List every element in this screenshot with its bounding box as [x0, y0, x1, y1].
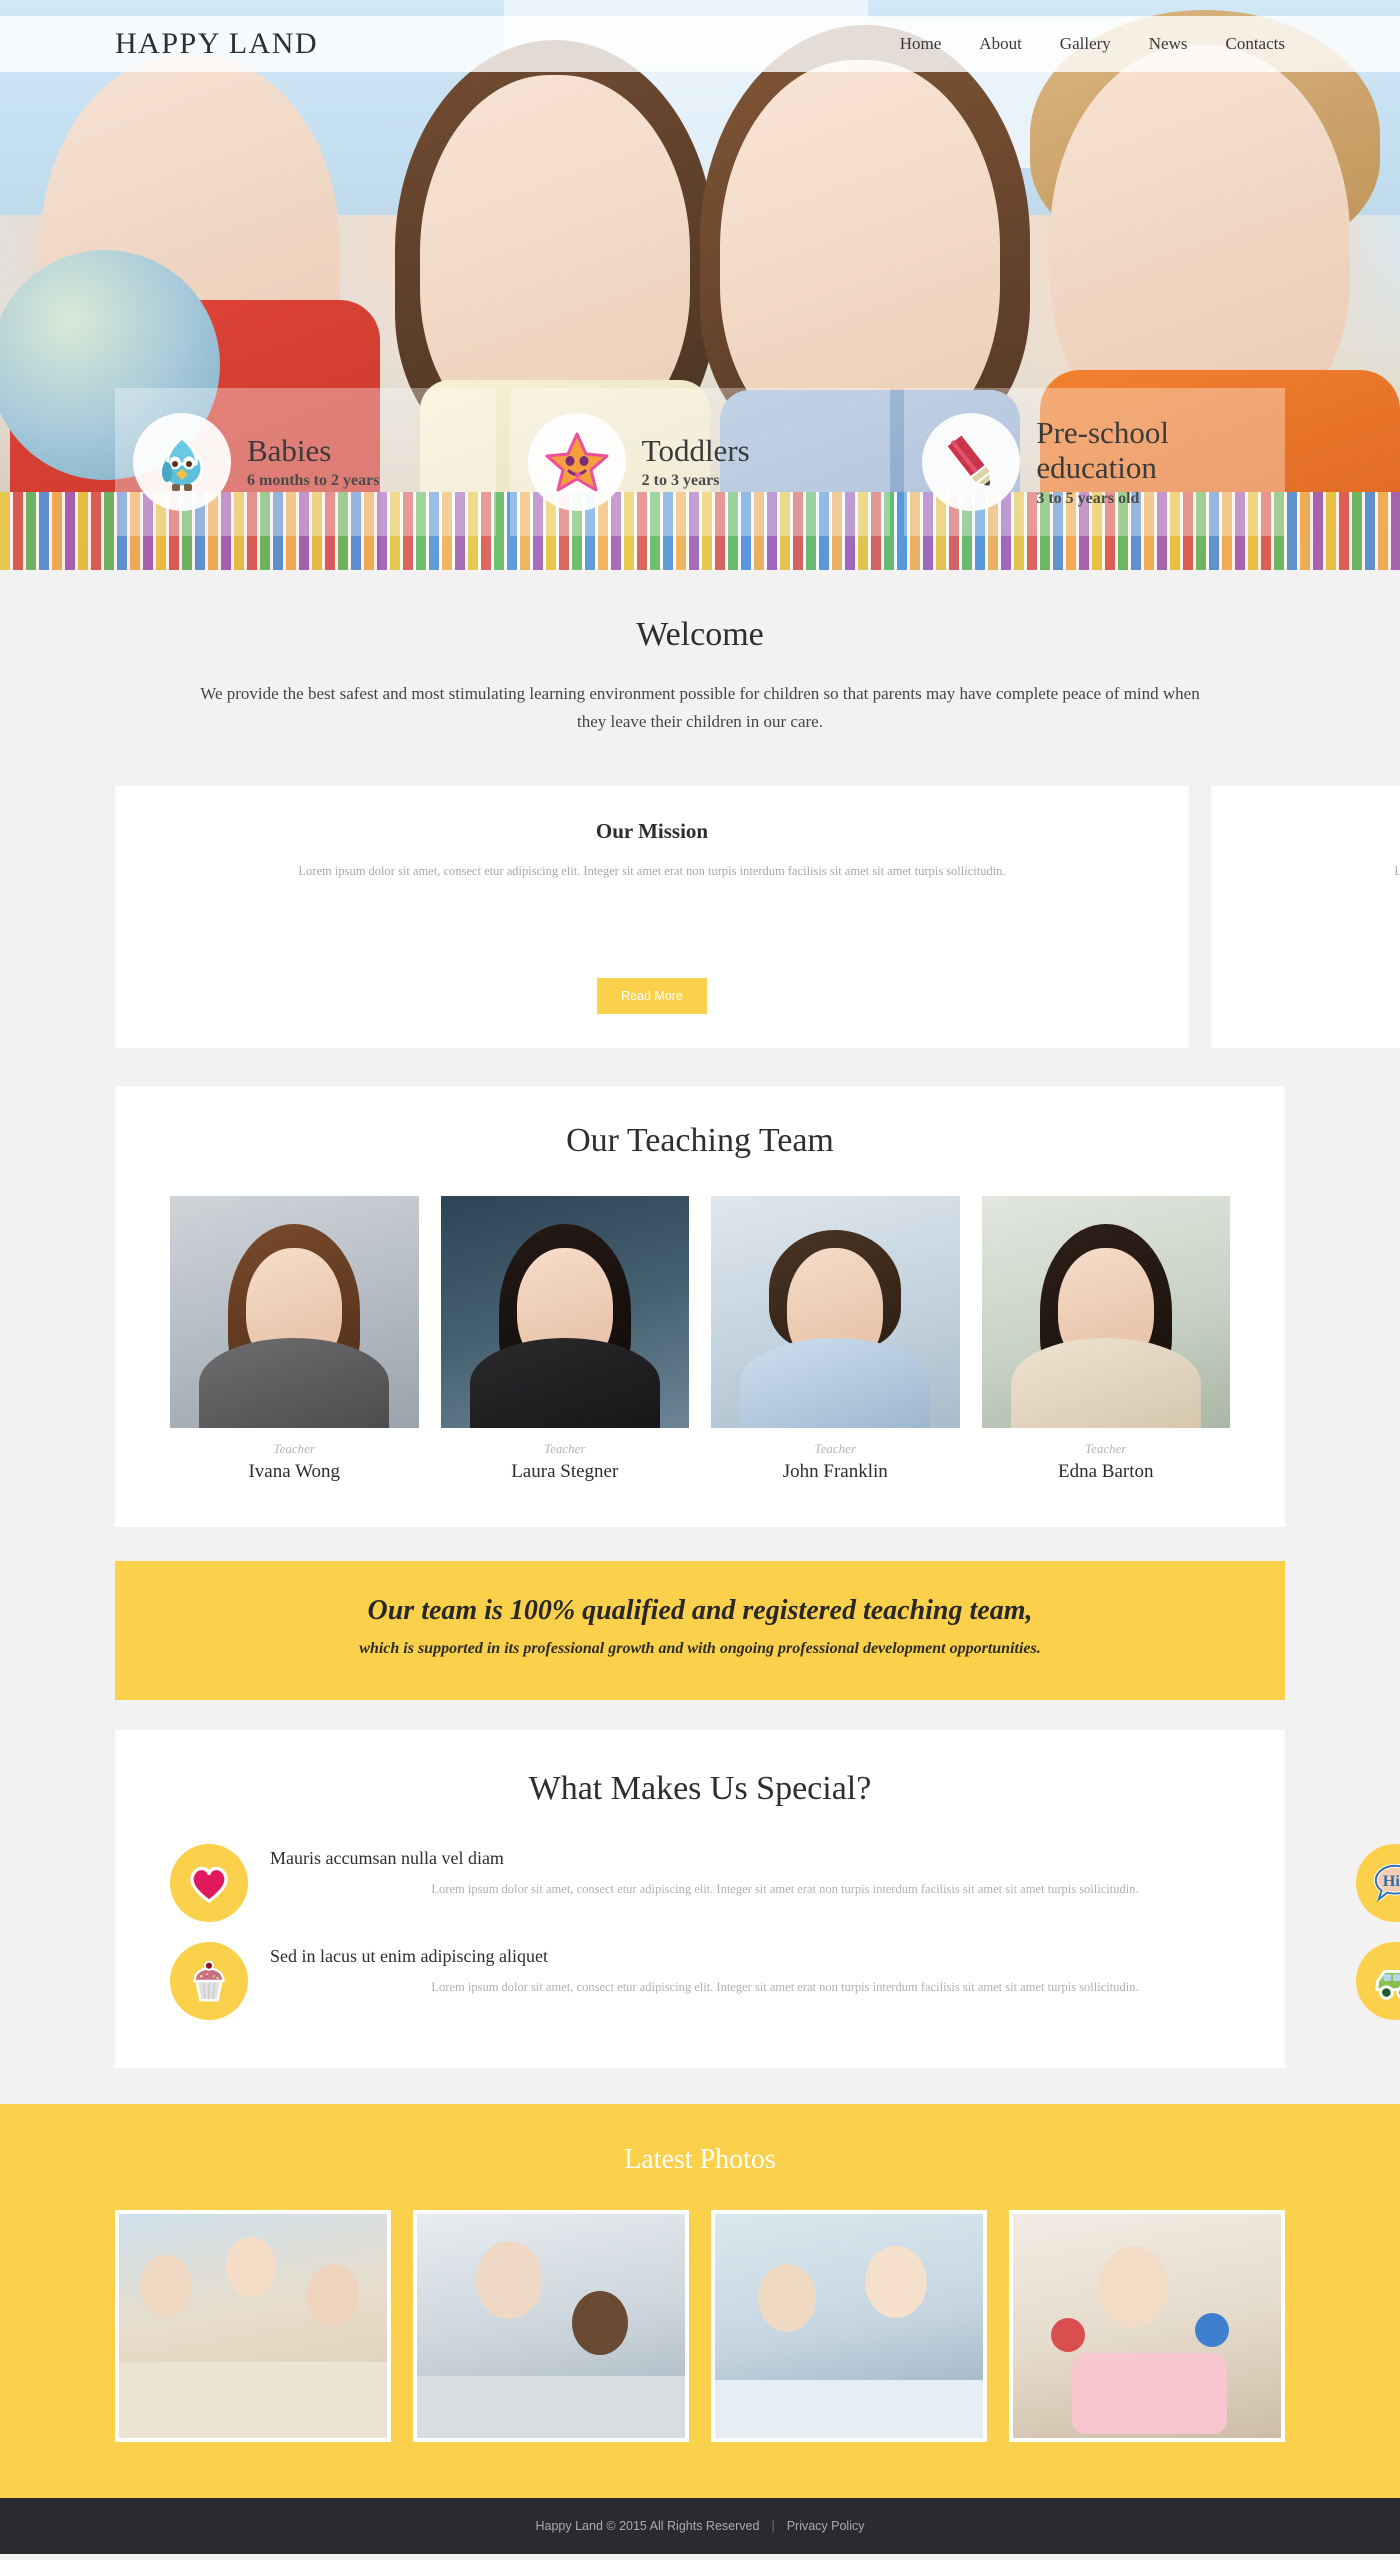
team-member[interactable]: Teacher John Franklin	[711, 1196, 960, 1483]
bird-icon	[133, 413, 231, 511]
footer-separator: |	[771, 2519, 775, 2534]
member-role: Teacher	[814, 1441, 856, 1457]
feature-text: Lorem ipsum dolor sit amet, consect etur…	[431, 1980, 1139, 1995]
category-subtitle: 3 to 5 years old	[1036, 489, 1140, 507]
category-babies[interactable]: Babies 6 months to 2 years	[115, 388, 496, 536]
feature-title: Sed in lacus ut enim adipiscing aliquet	[270, 1946, 548, 1967]
nav-item-home[interactable]: Home	[900, 34, 942, 54]
card-text: Lorem ipsum dolor sit amet, consect etur…	[1394, 864, 1400, 879]
feature-item: Mauris accumsan nulla vel diam Lorem ips…	[170, 1844, 1300, 1923]
hero-section: HAPPY LAND Home About Gallery News Conta…	[0, 0, 1400, 570]
category-title: Toddlers	[641, 432, 750, 468]
category-babies-text: Babies 6 months to 2 years	[247, 432, 380, 491]
photos-wrap: Latest Photos	[115, 2144, 1285, 2443]
gallery-thumbnail	[1013, 2214, 1281, 2439]
nav-item-news[interactable]: News	[1149, 34, 1188, 54]
team-member[interactable]: Teacher Laura Stegner	[440, 1196, 689, 1483]
page-root: HAPPY LAND Home About Gallery News Conta…	[0, 0, 1400, 2555]
latest-photos-section: Latest Photos	[0, 2104, 1400, 2499]
gallery-item[interactable]	[413, 2210, 689, 2443]
feature-body: Mauris accumsan nulla vel diam Lorem ips…	[270, 1844, 1300, 1901]
cupcake-icon	[170, 1942, 248, 2021]
category-toddlers-text: Toddlers 2 to 3 years	[641, 432, 750, 491]
category-toddlers[interactable]: Toddlers 2 to 3 years	[509, 388, 891, 536]
teaching-team-section: Our Teaching Team Teacher Ivana Wong Tea…	[115, 1086, 1285, 1528]
service-card: Our Goals Lorem ipsum dolor sit amet, co…	[1211, 786, 1400, 1049]
welcome-section: Welcome We provide the best safest and m…	[0, 570, 1400, 2069]
member-name: Laura Stegner	[511, 1461, 619, 1483]
read-more-button[interactable]: Read More	[597, 978, 707, 1015]
member-body	[199, 1338, 390, 1429]
what-makes-us-special-section: What Makes Us Special? Mauris accumsan n…	[115, 1730, 1400, 2069]
category-preschool-text: Pre-school education 3 to 5 years old	[1036, 415, 1267, 507]
gallery-title: Latest Photos	[624, 2144, 776, 2176]
quote-headline: Our team is 100% qualified and registere…	[367, 1595, 1033, 1627]
category-title: Babies	[247, 432, 332, 468]
pencil-icon	[922, 413, 1021, 511]
team-member[interactable]: Teacher Ivana Wong	[170, 1196, 419, 1483]
main-navigation: Home About Gallery News Contacts	[900, 34, 1285, 54]
member-photo	[170, 1196, 419, 1429]
gallery-item[interactable]	[1009, 2210, 1285, 2443]
site-footer: Happy Land © 2015 All Rights Reserved | …	[0, 2498, 1400, 2555]
age-category-banners: Babies 6 months to 2 years Toddlers 2 to…	[115, 388, 1286, 536]
features-grid: Mauris accumsan nulla vel diam Lorem ips…	[170, 1844, 1400, 2021]
page-title: Welcome	[636, 616, 764, 653]
quote-banner: Our team is 100% qualified and registere…	[115, 1561, 1285, 1701]
nav-item-gallery[interactable]: Gallery	[1060, 34, 1111, 54]
category-subtitle: 2 to 3 years	[641, 472, 720, 490]
member-body	[469, 1338, 660, 1429]
welcome-wrap: Welcome We provide the best safest and m…	[115, 616, 1400, 2069]
welcome-text: We provide the best safest and most stim…	[200, 684, 1200, 732]
member-name: Edna Barton	[1057, 1461, 1154, 1483]
card-text: Lorem ipsum dolor sit amet, consect etur…	[298, 864, 1006, 879]
category-subtitle: 6 months to 2 years	[247, 472, 380, 490]
feature-body: Sed in lacus ut enim adipiscing aliquet …	[270, 1942, 1300, 1999]
team-member[interactable]: Teacher Edna Barton	[981, 1196, 1230, 1483]
member-photo	[711, 1196, 960, 1429]
gallery-thumbnail	[417, 2214, 685, 2439]
nav-item-about[interactable]: About	[979, 34, 1022, 54]
service-card: Our Mission Lorem ipsum dolor sit amet, …	[115, 786, 1189, 1049]
member-role: Teacher	[273, 1441, 315, 1457]
member-role: Teacher	[544, 1441, 586, 1457]
feature-title: Mauris accumsan nulla vel diam	[270, 1848, 504, 1869]
gallery-thumbnail	[715, 2214, 983, 2439]
speech-bubble-icon: Hi!	[1356, 1844, 1400, 1923]
svg-text:Hi!: Hi!	[1383, 1871, 1400, 1890]
member-photo	[440, 1196, 689, 1429]
member-name: Ivana Wong	[248, 1461, 340, 1483]
copyright-text: Happy Land © 2015 All Rights Reserved	[535, 2519, 760, 2534]
gallery-grid	[115, 2210, 1285, 2443]
feature-text: Lorem ipsum dolor sit amet, consect etur…	[431, 1882, 1139, 1897]
member-photo	[981, 1196, 1230, 1429]
heart-icon	[170, 1844, 248, 1923]
category-preschool[interactable]: Pre-school education 3 to 5 years old	[904, 388, 1286, 536]
service-cards: Our Mission Lorem ipsum dolor sit amet, …	[115, 786, 1400, 1049]
member-body	[740, 1338, 931, 1429]
feature-item: Vestibulum iaculis lacinia est Lorem ips…	[1356, 1942, 1400, 2021]
star-icon	[527, 413, 626, 511]
card-title: Our Mission	[595, 819, 709, 844]
gallery-item[interactable]	[711, 2210, 987, 2443]
gallery-thumbnail	[119, 2214, 387, 2439]
team-grid: Teacher Ivana Wong Teacher Laura Stegner	[170, 1196, 1230, 1483]
member-role: Teacher	[1085, 1441, 1127, 1457]
site-header: HAPPY LAND Home About Gallery News Conta…	[0, 16, 1400, 72]
special-title: What Makes Us Special?	[528, 1770, 872, 1808]
privacy-policy-link[interactable]: Privacy Policy	[787, 2519, 865, 2533]
category-title: Pre-school education	[1036, 415, 1169, 486]
gallery-item[interactable]	[115, 2210, 391, 2443]
member-name: John Franklin	[782, 1461, 888, 1483]
car-icon	[1356, 1942, 1400, 2021]
team-title: Our Teaching Team	[566, 1122, 834, 1160]
quote-subline: which is supported in its professional g…	[359, 1640, 1041, 1658]
member-body	[1010, 1338, 1201, 1429]
feature-item: Hi! Fusce euismod consequat ante Lorem i…	[1356, 1844, 1400, 1923]
nav-item-contacts[interactable]: Contacts	[1226, 34, 1286, 54]
site-logo[interactable]: HAPPY LAND	[115, 27, 318, 61]
feature-item: Sed in lacus ut enim adipiscing aliquet …	[170, 1942, 1300, 2021]
